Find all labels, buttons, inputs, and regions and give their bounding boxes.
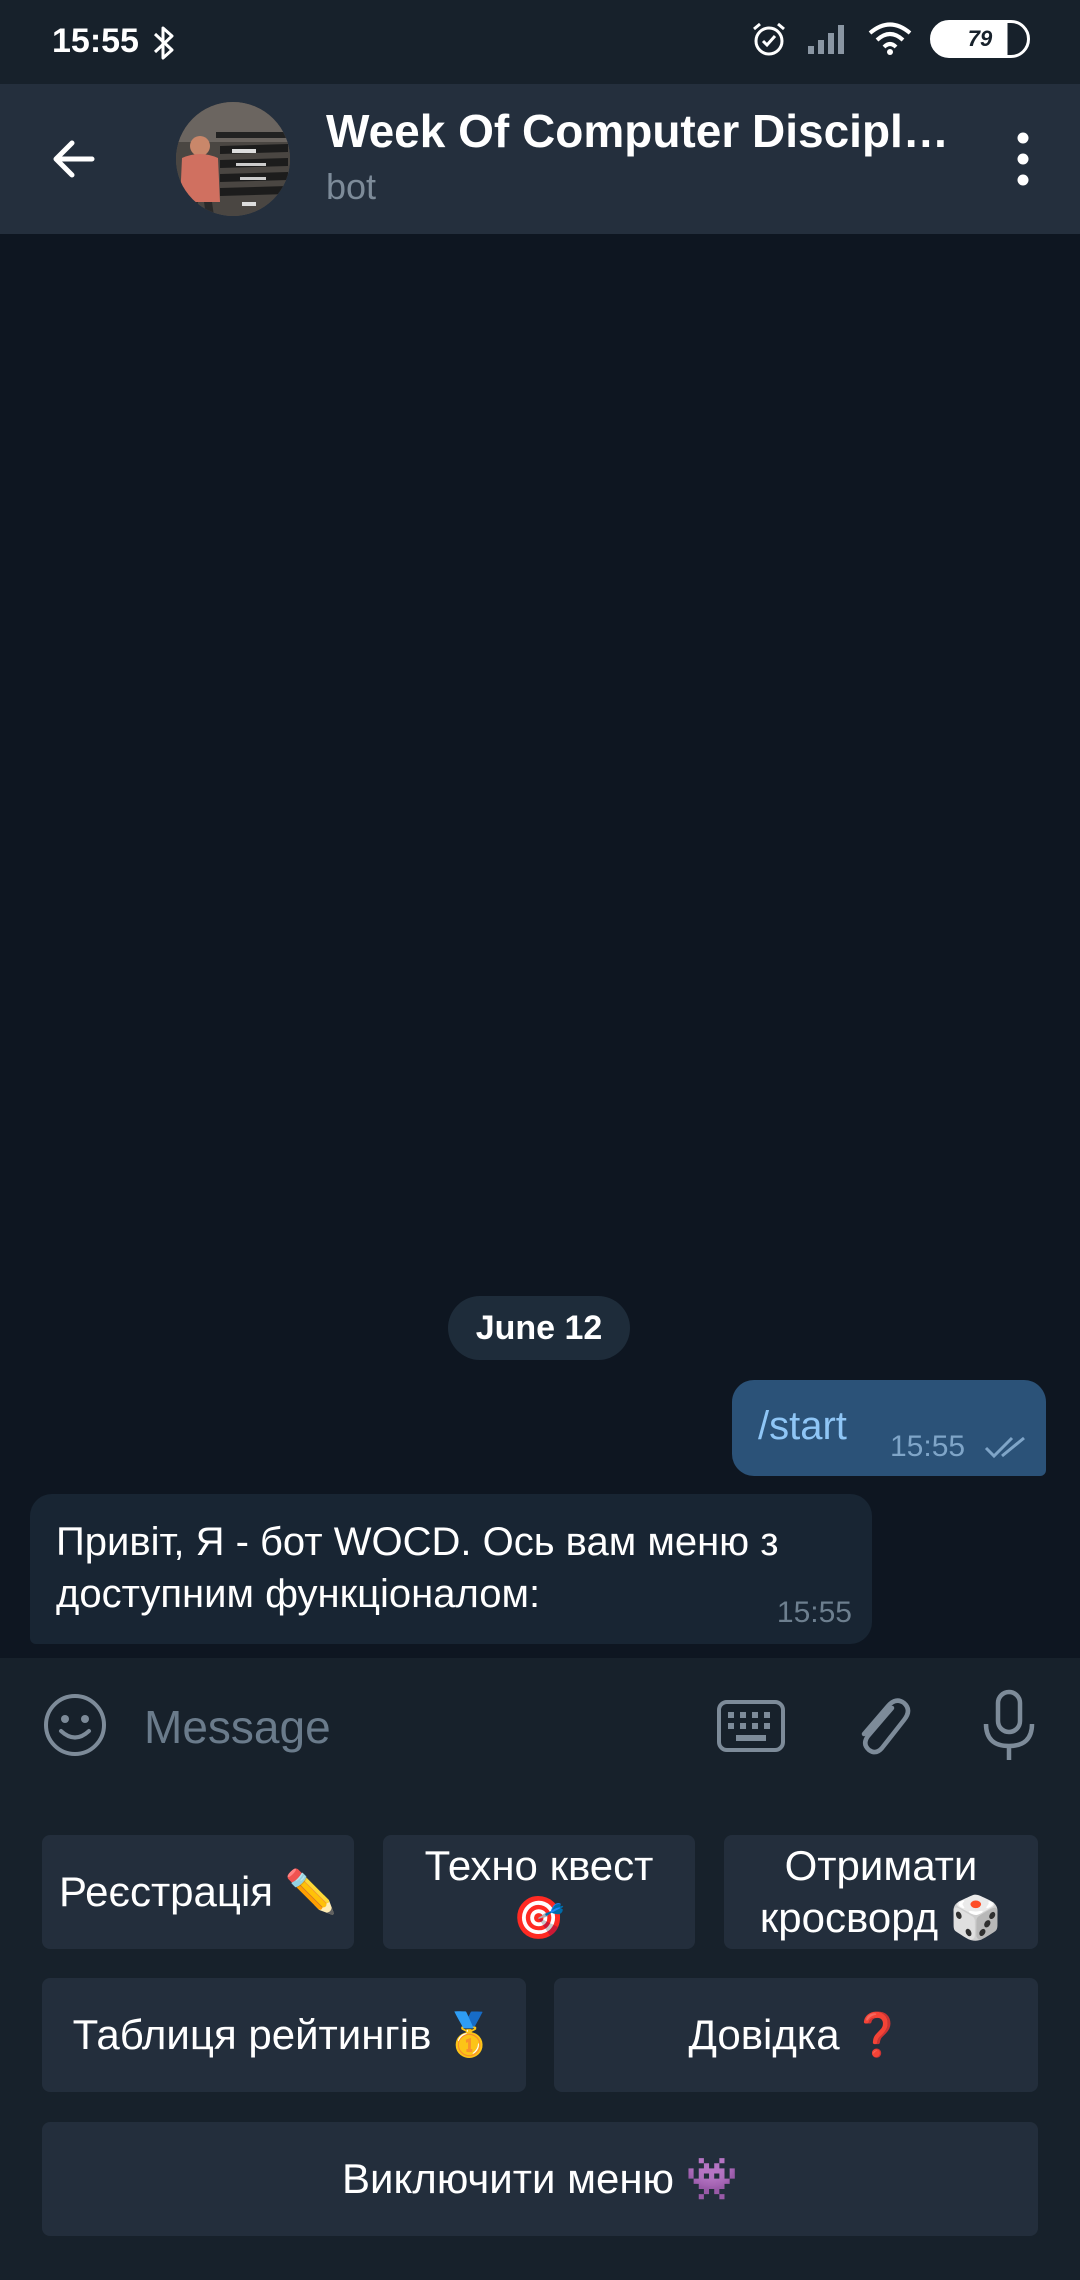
message-input[interactable] [142, 1686, 666, 1768]
status-time: 15:55 [52, 22, 139, 60]
outgoing-message-text[interactable]: /start [758, 1404, 847, 1449]
tech-quest-label: Техно квест 🎯 [424, 1842, 654, 1941]
crossword-button[interactable]: Отримати кросворд 🎲 [724, 1835, 1038, 1949]
incoming-message-text[interactable]: Привіт, Я - бот WOCD. Ось вам меню з дос… [56, 1516, 846, 1620]
battery-level: 79 [967, 26, 993, 51]
tech-quest-button[interactable]: Техно квест 🎯 [383, 1835, 695, 1949]
incoming-message-time: 15:55 [776, 1596, 852, 1629]
outgoing-message-time: 15:55 [890, 1430, 966, 1463]
double-check-icon [984, 1436, 1025, 1459]
chat-area[interactable]: June 12 /start 15:55 Привіт, Я - бот WOC… [0, 234, 1080, 1658]
smile-icon[interactable] [42, 1692, 108, 1758]
paperclip-icon[interactable] [846, 1688, 916, 1764]
incoming-message[interactable]: Привіт, Я - бот WOCD. Ось вам меню з дос… [30, 1494, 872, 1644]
status-bar: 15:55 79 [0, 0, 1080, 84]
keyboard-icon[interactable] [716, 1694, 786, 1758]
bot-avatar[interactable] [176, 102, 290, 216]
bluetooth-icon [153, 26, 174, 60]
ratings-table-label: Таблиця рейтингів 🥇 [72, 2011, 496, 2058]
help-button[interactable]: Довідка ❓ [554, 1978, 1038, 2092]
crossword-label: Отримати кросворд 🎲 [759, 1842, 1003, 1941]
avatar-image [176, 102, 290, 216]
outgoing-message[interactable]: /start 15:55 [732, 1380, 1046, 1476]
registration-label: Реєстрація ✏️ [58, 1868, 337, 1915]
bot-keyboard: Реєстрація ✏️ Техно квест 🎯 Отримати кро… [0, 1794, 1080, 2280]
status-icons: 79 [750, 20, 1030, 58]
chat-header: Week Of Computer Discipl… bot [0, 84, 1080, 234]
date-separator: June 12 [448, 1296, 630, 1360]
registration-button[interactable]: Реєстрація ✏️ [42, 1835, 354, 1949]
message-input-bar [0, 1658, 1080, 1794]
back-arrow-icon[interactable] [42, 127, 106, 191]
chat-title[interactable]: Week Of Computer Discipl… [326, 104, 966, 158]
battery-indicator: 79 [930, 20, 1030, 58]
alarm-icon [753, 22, 785, 56]
microphone-icon[interactable] [974, 1688, 1044, 1764]
disable-menu-button[interactable]: Виключити меню 👾 [42, 2122, 1038, 2236]
wifi-icon [868, 22, 912, 55]
signal-icon [808, 25, 844, 54]
more-vertical-icon[interactable] [988, 124, 1058, 194]
chat-subtitle: bot [326, 166, 377, 207]
ratings-table-button[interactable]: Таблиця рейтингів 🥇 [42, 1978, 526, 2092]
disable-menu-label: Виключити меню 👾 [341, 2155, 738, 2202]
help-label: Довідка ❓ [688, 2011, 904, 2058]
